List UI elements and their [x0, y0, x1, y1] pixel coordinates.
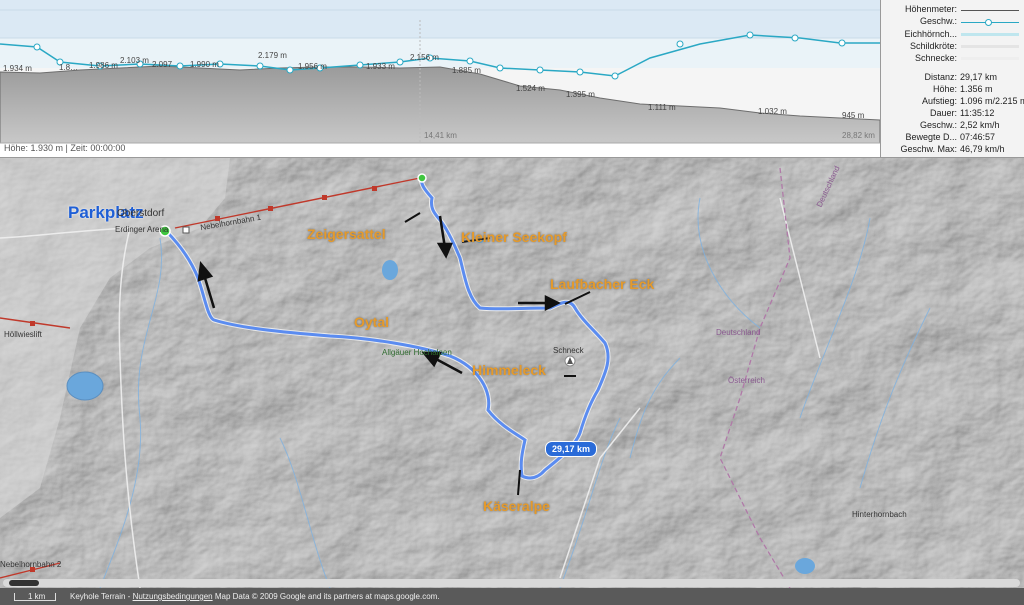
- legend-item-squirrel[interactable]: Eichhörnch...: [881, 29, 1024, 40]
- waypoint-oytal: Oytal: [354, 314, 390, 330]
- legend-swatch: [961, 45, 1019, 48]
- stat-altitude: Höhe: 1.356 m: [881, 84, 1024, 95]
- elevation-label: 945 m: [842, 111, 865, 120]
- stat-label: Distanz:: [924, 72, 957, 82]
- elevation-label: 1.524 m: [516, 84, 545, 93]
- distance-mark: 14,41 km: [424, 131, 457, 140]
- stat-value: 1.356 m: [960, 84, 993, 94]
- elevation-label: 1.395 m: [566, 90, 595, 99]
- elevation-label: 2.179 m: [258, 51, 287, 60]
- stat-label: Dauer:: [929, 108, 957, 118]
- stat-label: Bewegte D...: [905, 132, 957, 142]
- attribution: Keyhole Terrain - Nutzungsbedingungen Ma…: [70, 592, 440, 601]
- map-footer: 1 km Keyhole Terrain - Nutzungsbedingung…: [0, 588, 1024, 605]
- stat-label: Höhe:: [932, 84, 957, 94]
- stat-value: 07:46:57: [960, 132, 996, 142]
- legend-item-elevation[interactable]: Höhenmeter:: [881, 4, 1024, 15]
- stat-value: 1.096 m/2.215 m: [960, 96, 1024, 106]
- route-end-marker[interactable]: [417, 173, 427, 183]
- elevation-label: 1.956 m: [298, 62, 327, 71]
- legend-label: Schildkröte:: [909, 41, 957, 51]
- elevation-label: 1.885 m: [452, 66, 481, 75]
- elevation-label: 1.986 m: [89, 61, 118, 70]
- scale-label: 1 km: [28, 592, 46, 601]
- stat-value: 2,52 km/h: [960, 120, 1000, 130]
- legend-label: Schnecke:: [914, 53, 957, 63]
- stat-moving-duration: Bewegte D... 07:46:57: [881, 132, 1024, 143]
- elevation-label: 1.8…: [59, 63, 79, 72]
- peak-icon: [564, 355, 576, 367]
- station-icon: [182, 226, 190, 234]
- legend-point-icon: [985, 19, 992, 26]
- stat-value: 29,17 km: [960, 72, 998, 82]
- lift-label: Nebelhornbahn 2: [0, 560, 62, 569]
- town-label: Oberstdorf: [117, 208, 165, 219]
- stat-value: 11:35:12: [960, 108, 995, 118]
- country-label: Österreich: [728, 376, 765, 385]
- lake: [795, 558, 815, 574]
- lake: [66, 371, 104, 401]
- legend-item-turtle[interactable]: Schildkröte:: [881, 41, 1024, 52]
- stat-label: Aufstieg:: [921, 96, 957, 106]
- profile-status: Höhe: 1.930 m | Zeit: 00:00:00: [4, 143, 126, 153]
- elevation-label: 1.934 m: [3, 64, 32, 73]
- stat-distance: Distanz: 29,17 km: [881, 72, 1024, 83]
- stat-speed: Geschw.: 2,52 km/h: [881, 120, 1024, 131]
- stat-max-speed: Geschw. Max: 46,79 km/h: [881, 144, 1024, 155]
- legend-panel: Höhenmeter: Geschw.: Eichhörnch... Schil…: [880, 0, 1024, 158]
- legend-swatch: [961, 33, 1019, 36]
- country-label: Deutschland: [716, 328, 761, 337]
- legend-label: Geschw.:: [919, 16, 957, 26]
- terms-link[interactable]: Nutzungsbedingungen: [133, 592, 213, 601]
- elevation-label: 2.156 m: [410, 53, 439, 62]
- legend-label: Höhenmeter:: [904, 4, 957, 14]
- attribution-prefix: Keyhole Terrain -: [70, 592, 133, 601]
- elevation-label: 2.097: [152, 60, 173, 69]
- waypoint-kleiner-seekopf: Kleiner Seekopf: [461, 229, 567, 245]
- stat-value: 46,79 km/h: [960, 144, 1005, 154]
- village-label: Hinterhornbach: [852, 510, 907, 519]
- attribution-suffix: Map Data © 2009 Google and its partners …: [212, 592, 440, 601]
- legend-item-speed[interactable]: Geschw.:: [881, 16, 1024, 27]
- elevation-label: 2.103 m: [120, 56, 149, 65]
- horizontal-scrollbar[interactable]: [3, 579, 1020, 587]
- waypoint-laufbacher-eck: Laufbacher Eck: [550, 276, 655, 292]
- scrollbar-thumb[interactable]: [9, 580, 39, 586]
- place-label-arena: Erdinger Arena: [115, 225, 169, 234]
- stat-ascent: Aufstieg: 1.096 m/2.215 m: [881, 96, 1024, 107]
- legend-swatch: [961, 10, 1019, 11]
- terrain-map[interactable]: Parkplatz Zeigersattel Kleiner Seekopf L…: [0, 158, 1024, 588]
- area-label-hochalpen: Allgäuer Hochalpen: [382, 348, 452, 357]
- distance-mark: 28,82 km: [842, 131, 875, 140]
- waypoint-himmeleck: Himmeleck: [472, 362, 546, 378]
- peak-label: Schneck: [553, 346, 584, 355]
- stat-duration: Dauer: 11:35:12: [881, 108, 1024, 119]
- distance-badge: 29,17 km: [545, 441, 597, 457]
- lake: [382, 260, 398, 280]
- legend-label: Eichhörnch...: [904, 29, 957, 39]
- elevation-label: 1.111 m: [648, 103, 676, 112]
- elevation-label: 1.032 m: [758, 107, 787, 116]
- legend-item-snail[interactable]: Schnecke:: [881, 53, 1024, 64]
- legend-swatch: [961, 57, 1019, 60]
- waypoint-kaeseralpe: Käseralpe: [483, 498, 550, 514]
- elevation-label: 1.990 m: [190, 60, 219, 69]
- lift-label: Höllwieslift: [4, 330, 42, 339]
- stat-label: Geschw. Max:: [900, 144, 957, 154]
- stat-label: Geschw.:: [919, 120, 957, 130]
- elevation-profile[interactable]: 1.934 m 1.8… 1.986 m 2.103 m 2.097 1.990…: [0, 0, 880, 158]
- elevation-label: 1.933 m: [366, 62, 395, 71]
- waypoint-zeigersattel: Zeigersattel: [307, 226, 386, 242]
